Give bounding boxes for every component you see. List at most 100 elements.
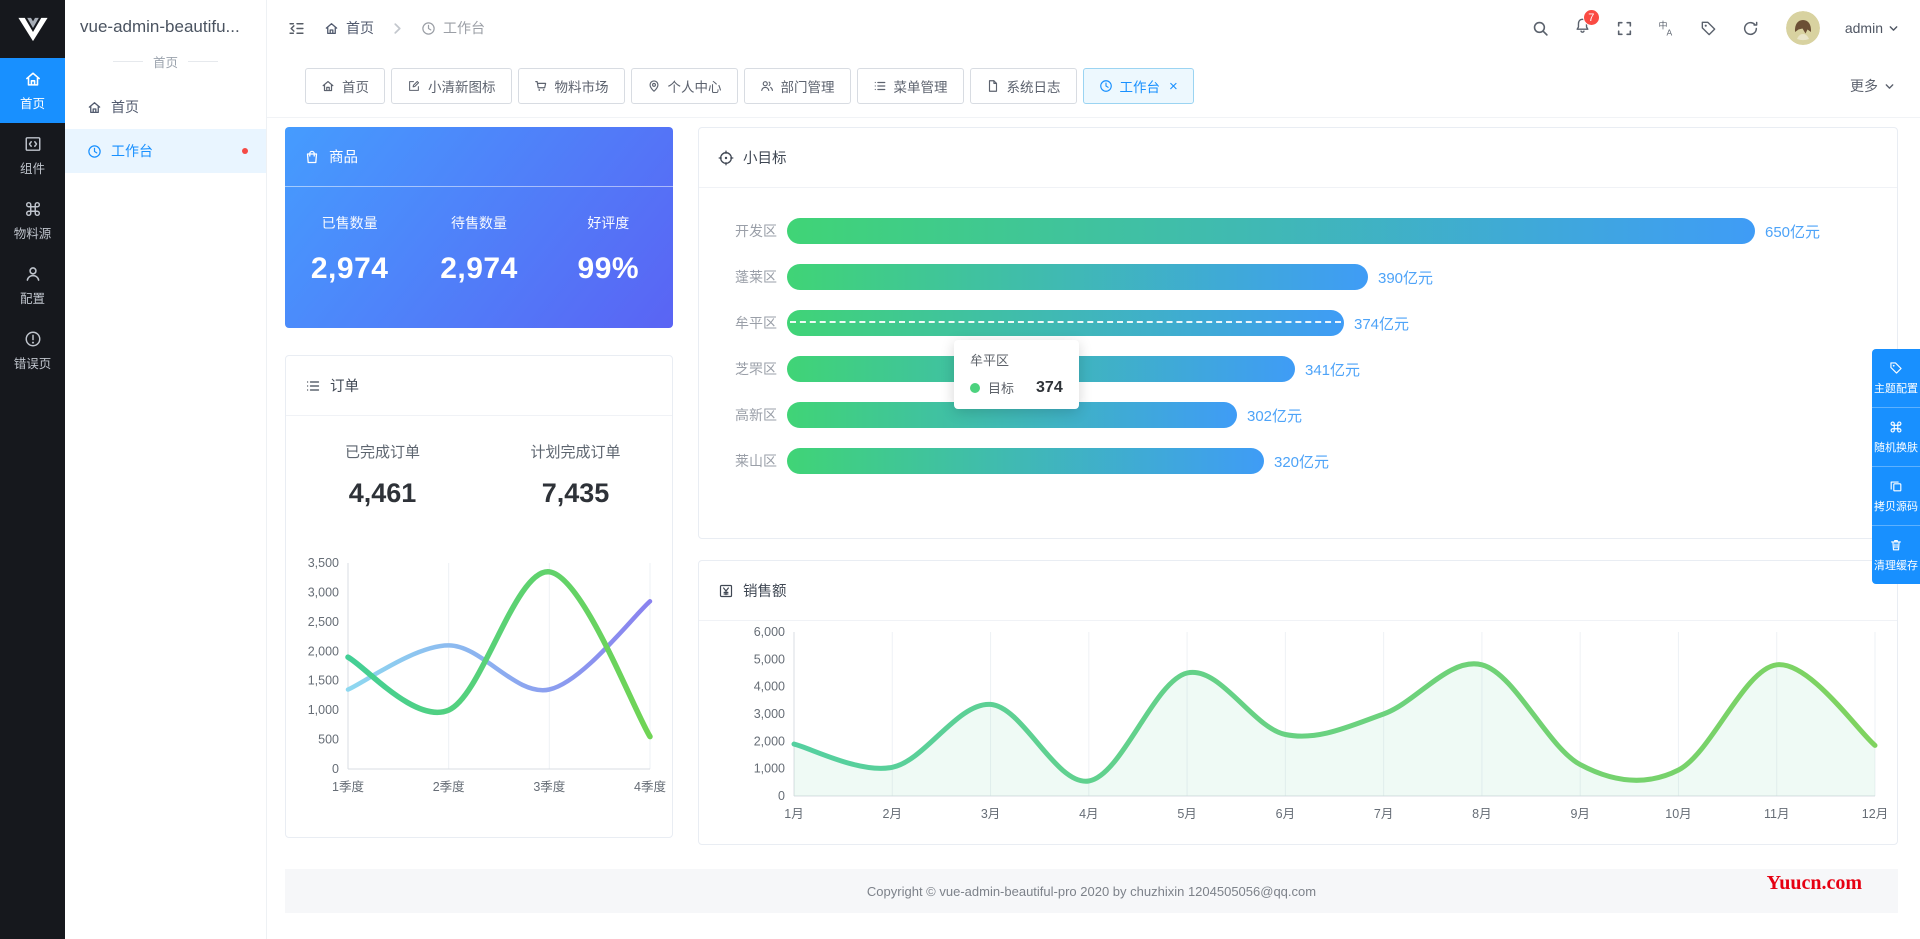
tool-清理缓存[interactable]: 清理缓存	[1872, 526, 1920, 584]
app-root: 首页 组件 物料源 配置 错误页 vue-admin-beautifu... 首页 首页…	[0, 0, 1920, 939]
sidebar-item-组件[interactable]: 组件	[0, 123, 65, 188]
tooltip-series: 目标	[988, 381, 1015, 396]
stat-待售数量: 待售数量 2,974	[414, 213, 543, 286]
sidebar-item-错误页[interactable]: 错误页	[0, 318, 65, 383]
goal-bar[interactable]	[787, 310, 1344, 336]
svg-text:5,000: 5,000	[754, 652, 785, 666]
stat-好评度: 好评度 99%	[544, 213, 673, 286]
goal-value-label: 650亿元	[1765, 223, 1821, 241]
chevron-down-icon	[1888, 23, 1899, 34]
goal-card: 小目标 开发区 650亿元 蓬莱区 390亿元 牟平区 374亿元 芝罘区 341亿元 高新区 3…	[698, 127, 1898, 539]
chevron-down-icon	[1884, 81, 1895, 92]
stat-label: 好评度	[587, 215, 630, 231]
series-dot	[970, 382, 980, 393]
theme-icon[interactable]	[1700, 20, 1717, 37]
tool-随机换肤[interactable]: 随机换肤	[1872, 408, 1920, 467]
tab-部门管理[interactable]: 部门管理	[743, 68, 851, 104]
goal-bar[interactable]	[787, 264, 1368, 290]
component-icon	[24, 135, 42, 153]
svg-text:4季度: 4季度	[634, 779, 666, 794]
language-icon[interactable]: 中A	[1658, 20, 1675, 37]
goal-bar-row-高新区: 高新区 302亿元	[713, 392, 1897, 438]
tab-工作台[interactable]: 工作台 ×	[1082, 68, 1194, 104]
tab-物料市场[interactable]: 物料市场	[517, 68, 625, 104]
fullscreen-icon[interactable]	[1616, 20, 1633, 37]
svg-text:5月: 5月	[1177, 807, 1196, 821]
list-icon	[305, 378, 321, 394]
goal-bar-row-开发区: 开发区 650亿元	[713, 208, 1897, 254]
refresh-icon[interactable]	[1742, 20, 1759, 37]
chevron-right-icon	[390, 21, 405, 36]
divider-line	[188, 61, 218, 62]
orders-line-chart[interactable]: 0 500 1,000 1,500 2,000 2,500 3,000 3,500 1季度 2季度…	[286, 547, 672, 815]
tab-菜单管理[interactable]: 菜单管理	[856, 68, 964, 104]
tab-系统日志[interactable]: 系统日志	[969, 68, 1077, 104]
search-icon[interactable]	[1532, 20, 1549, 37]
sidebar-item-首页[interactable]: 首页	[0, 58, 65, 123]
svg-text:9月: 9月	[1570, 807, 1589, 821]
breadcrumb: 首页 工作台	[324, 18, 485, 38]
tab-label: 菜单管理	[893, 80, 948, 95]
tab-label: 小清新图标	[428, 80, 496, 95]
tool-label: 清理缓存	[1874, 559, 1918, 572]
tab-label: 工作台	[1119, 80, 1161, 95]
sidebar-item-配置[interactable]: 配置	[0, 253, 65, 318]
sidebar-item-label: 首页	[19, 96, 45, 111]
pen-icon	[407, 79, 421, 93]
sidebar-item-物料源[interactable]: 物料源	[0, 188, 65, 253]
open-tabs: 首页 小清新图标 物料市场 个人中心 部门管理 菜单管理 系统日志 工作台 ×	[305, 68, 1200, 104]
user-menu[interactable]: admin	[1845, 20, 1899, 36]
sidebar-item-label: 物料源	[13, 226, 52, 241]
sales-line-chart[interactable]: 0 1,000 2,000 3,000 4,000 5,000 6,000 1月 2月 3月 4月 5…	[699, 622, 1895, 846]
collapse-sidebar-icon[interactable]	[288, 20, 305, 37]
avatar[interactable]	[1785, 11, 1820, 45]
secondary-sidebar: vue-admin-beautifu... 首页 首页 工作台	[65, 0, 267, 939]
divider-line	[112, 61, 143, 62]
svg-text:500: 500	[318, 733, 339, 747]
clock-icon	[87, 144, 102, 159]
goal-bar[interactable]	[787, 218, 1755, 244]
yen-square-icon	[718, 583, 734, 599]
svg-text:3,000: 3,000	[754, 707, 785, 721]
goal-bar[interactable]	[787, 448, 1264, 474]
clock-icon	[1099, 79, 1113, 93]
tab-close-icon[interactable]: ×	[1169, 79, 1178, 94]
submenu-item-label: 首页	[111, 99, 139, 115]
list-icon	[873, 79, 887, 93]
svg-text:2月: 2月	[883, 807, 902, 821]
svg-text:4,000: 4,000	[754, 680, 785, 694]
tab-首页[interactable]: 首页	[305, 68, 385, 104]
goal-category-label: 莱山区	[735, 453, 777, 469]
watermark: Yuucn.com	[1766, 872, 1862, 894]
doc-icon	[986, 79, 1000, 93]
submenu-item-首页[interactable]: 首页	[65, 85, 266, 129]
more-dropdown[interactable]: 更多	[1850, 76, 1895, 96]
menu-group-label: 首页	[65, 52, 266, 71]
breadcrumb-home[interactable]: 首页	[346, 18, 374, 38]
top-navbar: 首页 工作台 7 中A admin	[267, 0, 1920, 56]
user-icon	[24, 265, 42, 283]
tab-个人中心[interactable]: 个人中心	[630, 68, 738, 104]
goal-category-label: 开发区	[735, 223, 777, 239]
page-footer: Copyright © vue-admin-beautiful-pro 2020…	[285, 869, 1898, 913]
tool-label: 拷贝源码	[1874, 500, 1918, 513]
svg-text:3,500: 3,500	[308, 556, 339, 570]
floating-tools: 主题配置 随机换肤拷贝源码清理缓存	[1872, 349, 1920, 584]
notifications-button[interactable]: 7	[1574, 9, 1600, 39]
tooltip-value: 374	[1036, 378, 1063, 396]
tags-bar: 首页 小清新图标 物料市场 个人中心 部门管理 菜单管理 系统日志 工作台 × 更多	[267, 56, 1920, 118]
tab-小清新图标[interactable]: 小清新图标	[391, 68, 512, 104]
svg-text:6月: 6月	[1276, 807, 1295, 821]
goal-bar-row-芝罘区: 芝罘区 341亿元	[713, 346, 1897, 392]
svg-text:11月: 11月	[1764, 807, 1789, 821]
chart-tooltip: 牟平区 目标 374	[954, 340, 1079, 409]
tool-拷贝源码[interactable]: 拷贝源码	[1872, 467, 1920, 526]
tool-主题配置[interactable]: 主题配置	[1872, 349, 1920, 408]
stat-label: 计划完成订单	[530, 444, 621, 461]
submenu-item-label: 工作台	[111, 143, 153, 159]
goods-card-header: 商品	[285, 127, 673, 187]
app-logo[interactable]	[0, 0, 65, 58]
stat-label: 已完成订单	[344, 444, 420, 461]
submenu-item-工作台[interactable]: 工作台	[65, 129, 266, 173]
orders-card: 订单 已完成订单 4,461 计划完成订单 7,435 0 500 1,000 1,500 2…	[285, 355, 673, 838]
